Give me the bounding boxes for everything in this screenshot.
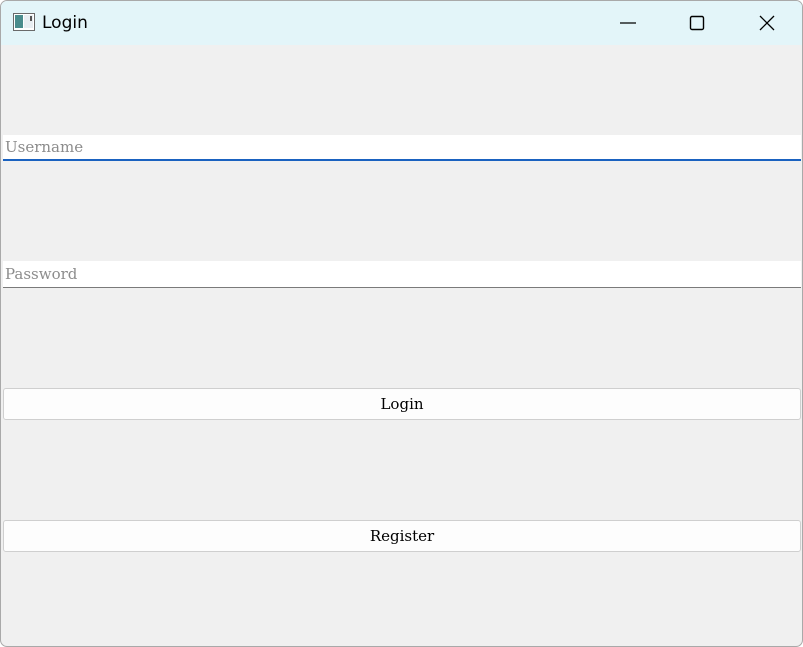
close-button[interactable]	[744, 1, 790, 45]
username-field	[3, 135, 801, 161]
minimize-icon	[620, 22, 636, 24]
password-input[interactable]	[3, 261, 801, 287]
register-button[interactable]: Register	[3, 520, 801, 552]
maximize-button[interactable]	[674, 1, 720, 45]
title-bar[interactable]: Login	[1, 1, 802, 45]
close-icon	[759, 15, 775, 31]
maximize-icon	[689, 15, 705, 31]
window-title: Login	[42, 13, 88, 33]
password-field	[3, 261, 801, 288]
minimize-button[interactable]	[605, 1, 651, 45]
username-input[interactable]	[3, 135, 801, 159]
login-window: Login Login Register	[0, 0, 803, 647]
login-button[interactable]: Login	[3, 388, 801, 420]
app-window-icon	[13, 13, 35, 31]
